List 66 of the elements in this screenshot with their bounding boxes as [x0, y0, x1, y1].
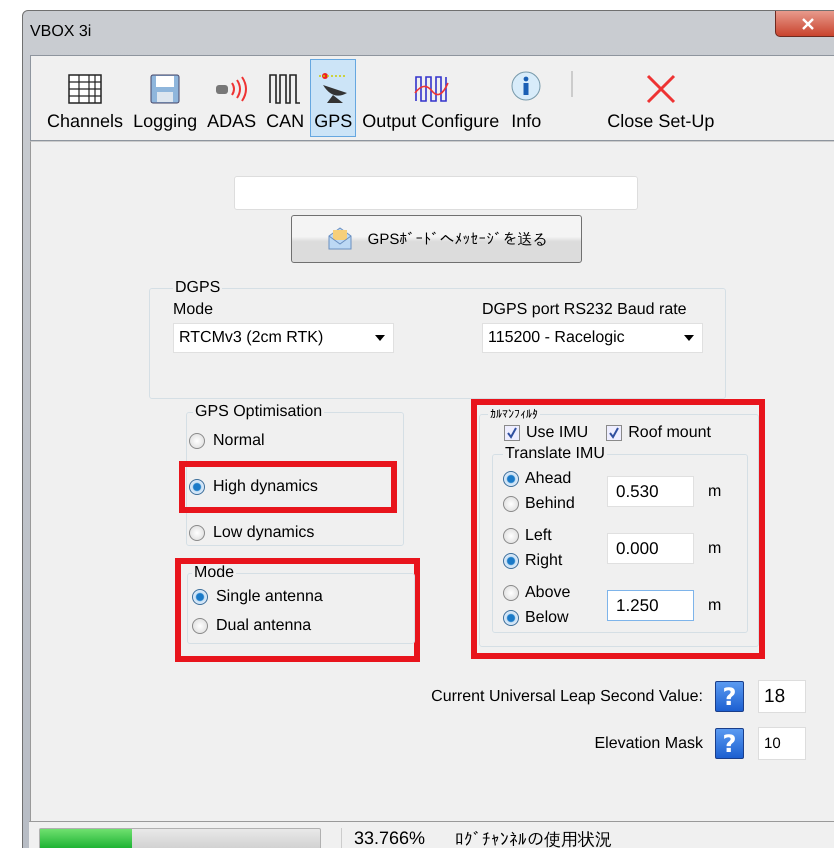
group-title: Translate IMU	[504, 445, 606, 463]
radio-button[interactable]	[503, 585, 519, 601]
group-title: Mode	[193, 564, 236, 582]
toolbar-button[interactable]: CAN	[262, 59, 308, 137]
radio-label: Low dynamics	[213, 524, 314, 542]
toolbar-button[interactable]: Output Configure	[358, 59, 504, 137]
setting-field[interactable]: 18	[758, 680, 806, 713]
setting-field[interactable]: 10	[758, 727, 806, 760]
radio-label: Left	[525, 527, 552, 545]
unit-label: m	[708, 540, 722, 558]
message-field[interactable]	[234, 176, 638, 210]
status-text: ﾛｸﾞﾁｬﾝﾈﾙの使用状況	[455, 829, 612, 848]
checkbox[interactable]	[606, 425, 622, 441]
radio-label: Normal	[213, 432, 265, 450]
close-button[interactable]	[775, 11, 834, 37]
setting-label: Current Universal Leap Second Value:	[431, 688, 703, 706]
radio-button[interactable]	[189, 479, 205, 495]
checkbox-label: Roof mount	[628, 424, 711, 442]
signal-wave-icon	[412, 73, 450, 105]
toolbar-button[interactable]: ADAS	[203, 59, 260, 137]
help-button[interactable]: ?	[715, 728, 744, 759]
send-message-button[interactable]: GPSﾎﾞｰﾄﾞへﾒｯｾｰｼﾞを送る	[291, 215, 582, 263]
radio-label: Below	[525, 609, 569, 627]
grid-icon	[67, 73, 104, 105]
offset-field[interactable]: 0.530	[607, 476, 694, 507]
window-title: VBOX 3i	[30, 23, 92, 41]
setting-label: Elevation Mask	[594, 734, 703, 752]
radio-label: Behind	[525, 495, 575, 513]
radio-button[interactable]	[503, 553, 519, 569]
group-title: GPS Optimisation	[194, 403, 324, 421]
toolbar-button[interactable]: GPS	[310, 59, 356, 137]
close-icon	[801, 18, 815, 30]
toolbar-button[interactable]: Logging	[129, 59, 202, 137]
baud-rate-dropdown[interactable]: 115200 - Racelogic	[482, 323, 703, 353]
dropdown-arrow-icon	[375, 335, 385, 341]
offset-field[interactable]: 1.250	[607, 590, 694, 621]
radio-button[interactable]	[503, 610, 519, 626]
radio-label: Ahead	[525, 470, 572, 488]
radio-button[interactable]	[192, 588, 208, 604]
toolbar-button[interactable]: Info	[505, 59, 548, 137]
toolbar-button[interactable]: Channels	[43, 59, 128, 137]
radio-label: Right	[525, 552, 562, 570]
radio-button[interactable]	[503, 496, 519, 512]
checkbox[interactable]	[504, 425, 520, 441]
percent-text: 33.766%	[341, 828, 426, 848]
checkbox-label: Use IMU	[526, 424, 588, 442]
group-title: DGPS	[174, 279, 222, 297]
unit-label: m	[708, 596, 722, 614]
radio-button[interactable]	[503, 528, 519, 544]
offset-field[interactable]: 0.000	[607, 533, 694, 564]
radio-button[interactable]	[189, 433, 205, 449]
radio-button[interactable]	[192, 618, 208, 634]
radio-button[interactable]	[189, 525, 205, 541]
radio-label: Single antenna	[216, 588, 323, 606]
group-title: ｶﾙﾏﾝﾌｨﾙﾀ	[489, 407, 539, 421]
mode-dropdown[interactable]: RTCMv3 (2cm RTK)	[173, 323, 394, 353]
unit-label: m	[708, 482, 722, 500]
radio-label: High dynamics	[213, 478, 318, 496]
baud-rate-label: DGPS port RS232 Baud rate	[482, 301, 688, 319]
mode-label: Mode	[173, 301, 214, 319]
radio-button[interactable]	[503, 471, 519, 487]
help-button[interactable]: ?	[715, 681, 744, 712]
radio-label: Above	[525, 584, 570, 602]
toolbar-button[interactable]: Close Set-Up	[603, 59, 718, 137]
dropdown-arrow-icon	[684, 335, 694, 341]
radio-label: Dual antenna	[216, 616, 312, 634]
